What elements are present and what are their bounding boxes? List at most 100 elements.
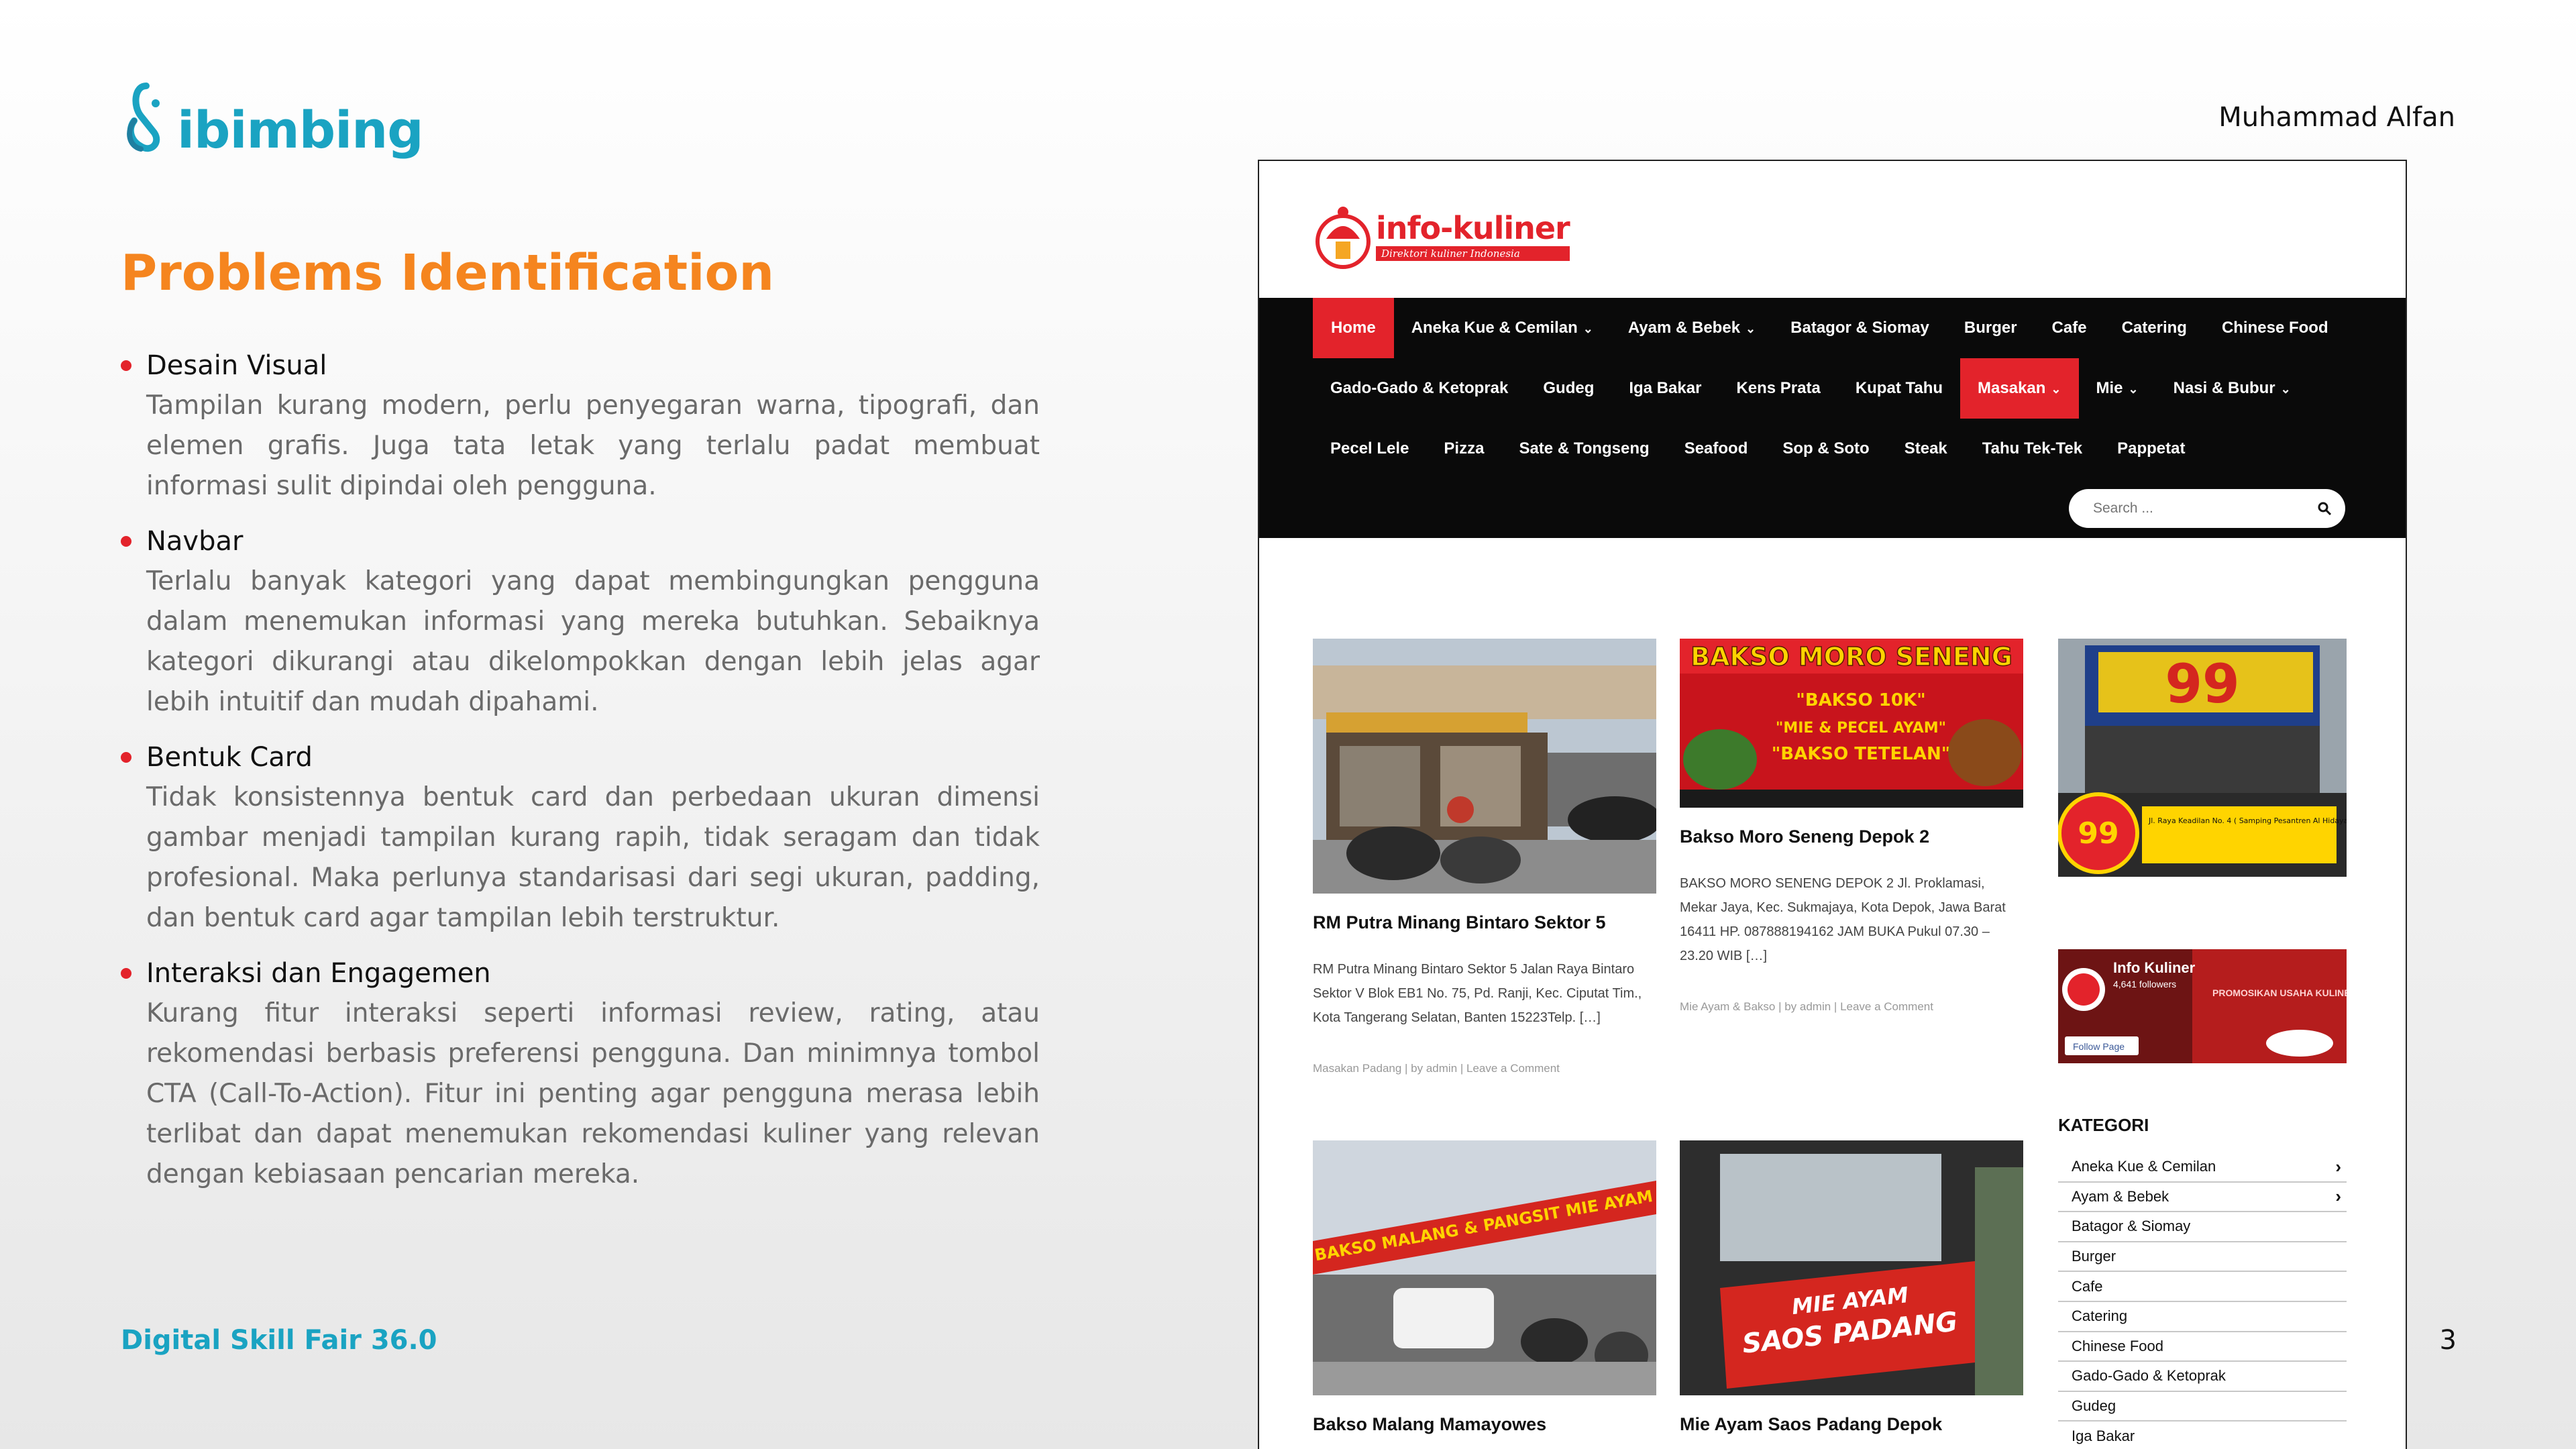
post-meta[interactable]: Mie Ayam & Bakso | by admin | Leave a Co… <box>1680 1000 2023 1014</box>
nav-tahu-tek[interactable]: Tahu Tek-Tek <box>1965 419 2100 479</box>
nav-pappetat[interactable]: Pappetat <box>2100 419 2202 479</box>
nav-catering[interactable]: Catering <box>2104 298 2204 358</box>
chevron-right-icon: › <box>2335 1156 2341 1177</box>
nav-sop-soto[interactable]: Sop & Soto <box>1765 419 1886 479</box>
category-item[interactable]: Catering <box>2058 1302 2347 1332</box>
nav-home[interactable]: Home <box>1313 298 1394 358</box>
sidebar-categories-title: KATEGORI <box>2058 1115 2149 1135</box>
problem-body: Tidak konsistennya bentuk card dan perbe… <box>146 782 1040 933</box>
banner-line: "BAKSO 10K" <box>1796 690 1925 710</box>
banner-line: "BAKSO TETELAN" <box>1772 744 1951 764</box>
chevron-down-icon: ⌄ <box>2128 382 2139 396</box>
brand-name: ibimbing <box>177 100 424 160</box>
post-title[interactable]: Bakso Malang Mamayowes <box>1313 1414 1656 1435</box>
nav-pizza[interactable]: Pizza <box>1426 419 1501 479</box>
category-item[interactable]: Burger <box>2058 1242 2347 1273</box>
category-item[interactable]: Cafe <box>2058 1272 2347 1302</box>
problem-item: Navbar Terlalu banyak kategori yang dapa… <box>121 521 1040 722</box>
website-screenshot: info-kuliner Direktori kuliner Indonesia… <box>1258 160 2407 1449</box>
post-image-bakso-banner[interactable]: BAKSO MORO SENENG "BAKSO 10K" "MIE & PEC… <box>1680 639 2023 808</box>
nav-iga-bakar[interactable]: Iga Bakar <box>1611 358 1719 419</box>
post-excerpt: BAKSO MORO SENENG DEPOK 2 Jl. Proklamasi… <box>1680 876 2006 963</box>
sidebar-image-shop-99[interactable]: 99 99 Jl. Raya Keadilan No. 4 ( Samping … <box>2058 639 2347 877</box>
post-title[interactable]: RM Putra Minang Bintaro Sektor 5 <box>1313 912 1656 933</box>
post-card[interactable]: BAKSO MALANG & PANGSIT MIE AYAM Bakso Ma… <box>1313 1140 1656 1435</box>
nav-nasi-bubur[interactable]: Nasi & Bubur ⌄ <box>2156 358 2308 419</box>
problem-item: Desain Visual Tampilan kurang modern, pe… <box>121 345 1040 506</box>
post-excerpt: RM Putra Minang Bintaro Sektor 5 Jalan R… <box>1313 962 1642 1025</box>
author-name: Muhammad Alfan <box>2218 102 2455 133</box>
banner-line: "MIE & PECEL AYAM" <box>1776 720 1946 737</box>
category-item[interactable]: Batagor & Siomay <box>2058 1212 2347 1242</box>
nav-steak[interactable]: Steak <box>1887 419 1965 479</box>
post-image-mie-ayam-shop[interactable]: BAKSO MALANG & PANGSIT MIE AYAM <box>1313 1140 1656 1395</box>
post-meta[interactable]: Masakan Padang | by admin | Leave a Comm… <box>1313 1062 1656 1075</box>
problem-item: Bentuk Card Tidak konsistennya bentuk ca… <box>121 737 1040 938</box>
site-logo[interactable]: info-kuliner Direktori kuliner Indonesia <box>1313 200 1570 274</box>
search-box <box>2069 489 2345 528</box>
fb-followers: 4,641 followers <box>2113 979 2176 989</box>
nav-aneka-kue[interactable]: Aneka Kue & Cemilan ⌄ <box>1394 298 1611 358</box>
post-title[interactable]: Bakso Moro Seneng Depok 2 <box>1680 826 2023 847</box>
bullet-dot-icon <box>121 968 131 979</box>
problem-heading: Navbar <box>146 526 244 557</box>
nav-row: Home Aneka Kue & Cemilan ⌄ Ayam & Bebek ⌄ … <box>1313 298 2346 358</box>
facebook-page-widget[interactable]: Info Kuliner 4,641 followers PROMOSIKAN … <box>2058 949 2347 1063</box>
bullet-dot-icon <box>121 360 131 371</box>
nav-gudeg[interactable]: Gudeg <box>1525 358 1611 419</box>
chevron-down-icon: ⌄ <box>1746 322 1756 335</box>
problem-list: Desain Visual Tampilan kurang modern, pe… <box>121 345 1040 1210</box>
nav-chinese-food[interactable]: Chinese Food <box>2204 298 2346 358</box>
nav-cafe[interactable]: Cafe <box>2035 298 2104 358</box>
nav-sate[interactable]: Sate & Tongseng <box>1501 419 1666 479</box>
ibimbing-mark-icon <box>127 83 160 152</box>
site-logo-tagline: Direktori kuliner Indonesia <box>1376 246 1570 261</box>
nav-row: Pecel Lele Pizza Sate & Tongseng Seafood… <box>1313 419 2202 479</box>
problem-heading: Bentuk Card <box>146 742 313 773</box>
svg-text:99: 99 <box>2078 816 2118 851</box>
problem-body: Kurang fitur interaksi seperti informasi… <box>146 998 1040 1189</box>
page-number: 3 <box>2439 1325 2457 1356</box>
problem-heading: Interaksi dan Engagemen <box>146 958 491 989</box>
ibimbing-logo: ibimbing <box>114 79 424 160</box>
post-card[interactable]: MIE AYAM SAOS PADANG Mie Ayam Saos Padan… <box>1680 1140 2023 1435</box>
nav-ayam-bebek[interactable]: Ayam & Bebek ⌄ <box>1611 298 1773 358</box>
bullet-dot-icon <box>121 536 131 547</box>
fb-page-name: Info Kuliner <box>2113 959 2196 976</box>
chevron-down-icon: ⌄ <box>1582 322 1593 335</box>
nav-batagor[interactable]: Batagor & Siomay <box>1773 298 1947 358</box>
chevron-right-icon: › <box>2335 1186 2341 1207</box>
fb-promo: PROMOSIKAN USAHA KULINER ANDA <box>2212 987 2347 998</box>
nav-pecel-lele[interactable]: Pecel Lele <box>1313 419 1426 479</box>
nav-seafood[interactable]: Seafood <box>1667 419 1766 479</box>
bullet-dot-icon <box>121 752 131 763</box>
category-item[interactable]: Gado-Gado & Ketoprak <box>2058 1362 2347 1392</box>
chef-hat-logo-icon <box>1316 207 1371 269</box>
category-item[interactable]: Gudeg <box>2058 1392 2347 1422</box>
post-title[interactable]: Mie Ayam Saos Padang Depok <box>1680 1414 2023 1435</box>
nav-kupat-tahu[interactable]: Kupat Tahu <box>1838 358 1960 419</box>
category-item[interactable]: Chinese Food <box>2058 1332 2347 1362</box>
problem-body: Tampilan kurang modern, perlu penyegaran… <box>146 390 1040 501</box>
post-image-saos-padang[interactable]: MIE AYAM SAOS PADANG <box>1680 1140 2023 1395</box>
post-card[interactable]: BAKSO MORO SENENG "BAKSO 10K" "MIE & PEC… <box>1680 639 2023 1014</box>
nav-kens-prata[interactable]: Kens Prata <box>1719 358 1837 419</box>
nav-row: Gado-Gado & Ketoprak Gudeg Iga Bakar Ken… <box>1313 358 2308 419</box>
site-logo-name: info-kuliner <box>1376 210 1570 246</box>
post-card[interactable]: RM Putra Minang Bintaro Sektor 5 RM Putr… <box>1313 639 1656 1075</box>
nav-gado-gado[interactable]: Gado-Gado & Ketoprak <box>1313 358 1525 419</box>
nav-masakan[interactable]: Masakan ⌄ <box>1960 358 2079 419</box>
event-label: Digital Skill Fair 36.0 <box>121 1325 437 1356</box>
category-item[interactable]: Ayam & Bebek › <box>2058 1183 2347 1213</box>
slide-title: Problems Identification <box>121 244 775 302</box>
category-list: Aneka Kue & Cemilan › Ayam & Bebek › Batag… <box>2058 1152 2347 1449</box>
category-item[interactable]: Iga Bakar <box>2058 1421 2347 1449</box>
nav-mie[interactable]: Mie ⌄ <box>2079 358 2156 419</box>
category-item[interactable]: Aneka Kue & Cemilan › <box>2058 1152 2347 1183</box>
fb-follow-button: Follow Page <box>2073 1041 2125 1052</box>
shop-99-address: Jl. Raya Keadilan No. 4 ( Samping Pesant… <box>2148 816 2347 825</box>
search-input[interactable] <box>2093 500 2294 517</box>
search-icon[interactable] <box>2317 501 2332 516</box>
post-image-restaurant-front[interactable] <box>1313 639 1656 894</box>
nav-burger[interactable]: Burger <box>1947 298 2035 358</box>
